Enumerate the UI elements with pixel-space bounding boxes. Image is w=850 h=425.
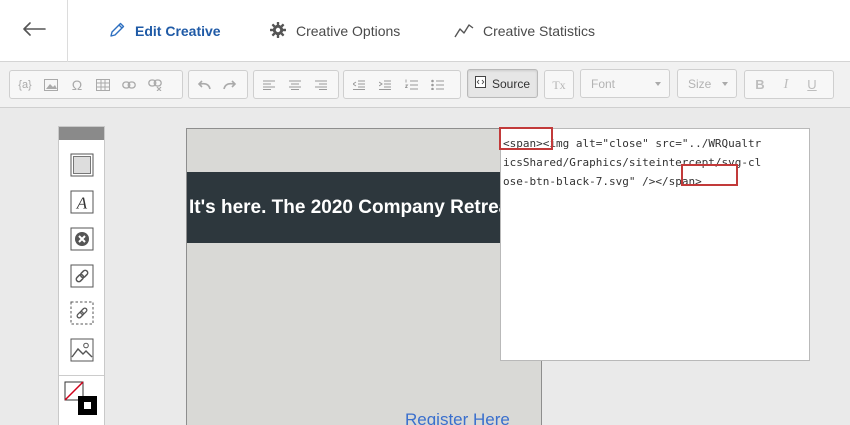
bullet-list-button[interactable] xyxy=(426,74,448,96)
creative-canvas[interactable]: It's here. The 2020 Company Retreat Regi… xyxy=(186,128,542,425)
bold-button[interactable]: B xyxy=(749,74,771,96)
code-line: icsShared/Graphics/siteintercept/svg-cl xyxy=(503,153,808,172)
anchor-button[interactable]: {a} xyxy=(14,74,36,96)
creative-banner[interactable]: It's here. The 2020 Company Retreat xyxy=(187,172,541,243)
code-line-text: ose-btn-black-7.svg" /> xyxy=(503,175,656,188)
image-icon xyxy=(70,338,94,367)
svg-text:A: A xyxy=(76,193,88,212)
code-line-text: <img alt="close" src="../WRQualtr xyxy=(542,137,762,150)
font-select-placeholder: Font xyxy=(591,76,616,91)
unlink-icon xyxy=(148,78,162,91)
close-circle-icon xyxy=(70,227,94,256)
dashed-link-icon xyxy=(70,301,94,330)
rectangle-tool[interactable] xyxy=(68,153,96,181)
image-button[interactable] xyxy=(40,74,62,96)
rectangle-icon xyxy=(70,153,94,182)
link-icon xyxy=(70,264,94,293)
align-left-button[interactable] xyxy=(258,74,280,96)
tool-palette: A xyxy=(58,126,105,425)
tab-label: Edit Creative xyxy=(135,23,221,39)
fill-stroke-color-icon xyxy=(64,380,100,422)
align-right-icon xyxy=(315,80,327,90)
clear-format-label: Tx xyxy=(552,77,566,92)
undo-button[interactable] xyxy=(193,74,215,96)
table-button[interactable] xyxy=(92,74,114,96)
image-tool[interactable] xyxy=(68,338,96,366)
source-icon xyxy=(474,76,492,91)
align-left-icon xyxy=(263,80,275,90)
numbered-list-icon xyxy=(404,79,418,90)
undo-icon xyxy=(197,79,211,90)
clear-format-icon: Tx xyxy=(552,77,565,93)
table-icon xyxy=(96,78,110,91)
align-right-button[interactable] xyxy=(310,74,332,96)
close-button-tool[interactable] xyxy=(68,227,96,255)
underline-icon: U xyxy=(807,77,817,92)
underline-button[interactable]: U xyxy=(801,74,823,96)
tab-creative-options[interactable]: Creative Options xyxy=(269,0,400,62)
code-line: ose-btn-black-7.svg" /></span> xyxy=(503,172,808,191)
color-picker[interactable] xyxy=(64,380,100,422)
history-toolbar-group xyxy=(188,70,248,99)
indent-button[interactable] xyxy=(374,74,396,96)
text-icon: A xyxy=(70,190,94,219)
link-icon xyxy=(122,80,136,90)
bold-icon: B xyxy=(755,77,765,92)
line-chart-icon xyxy=(454,22,483,41)
chevron-down-icon xyxy=(722,82,728,86)
bullet-list-icon xyxy=(430,79,444,90)
palette-drag-handle[interactable] xyxy=(59,127,104,140)
source-button[interactable]: Source xyxy=(467,69,538,98)
clear-format-button[interactable]: Tx xyxy=(549,74,569,96)
align-toolbar-group xyxy=(253,70,339,99)
insert-toolbar-group: {a} Ω xyxy=(9,70,183,99)
outdent-button[interactable] xyxy=(348,74,370,96)
align-center-icon xyxy=(289,80,301,90)
palette-divider xyxy=(59,375,104,376)
omega-icon: Ω xyxy=(71,76,83,93)
link-area-tool[interactable] xyxy=(68,301,96,329)
unlink-button[interactable] xyxy=(144,74,166,96)
indent-icon xyxy=(379,80,391,90)
outdent-icon xyxy=(353,80,365,90)
source-label: Source xyxy=(491,76,531,91)
link-button[interactable] xyxy=(118,74,140,96)
anchor-icon: {a} xyxy=(18,78,32,91)
tab-creative-statistics[interactable]: Creative Statistics xyxy=(454,0,595,62)
numbered-list-button[interactable] xyxy=(400,74,422,96)
italic-button[interactable]: I xyxy=(775,74,797,96)
chevron-down-icon xyxy=(655,82,661,86)
close-tag-highlight xyxy=(681,164,738,186)
open-tag-highlight xyxy=(499,127,553,150)
special-char-button[interactable]: Ω xyxy=(66,74,88,96)
link-tool[interactable] xyxy=(68,264,96,292)
size-select[interactable]: Size xyxy=(677,69,737,98)
banner-text: It's here. The 2020 Company Retreat xyxy=(189,196,516,218)
register-link[interactable]: Register Here xyxy=(405,410,510,425)
pencil-icon xyxy=(108,21,135,42)
back-button[interactable] xyxy=(0,0,68,62)
tab-label: Creative Options xyxy=(296,23,401,39)
tab-edit-creative[interactable]: Edit Creative xyxy=(108,0,221,62)
align-center-button[interactable] xyxy=(284,74,306,96)
font-select[interactable]: Font xyxy=(580,69,670,98)
source-code-editor[interactable]: <span><img alt="close" src="../WRQualtr … xyxy=(499,127,810,361)
top-nav: Edit Creative Creative Options Creative … xyxy=(0,0,850,62)
clear-format-toolbar-group: Tx xyxy=(544,70,574,99)
size-select-placeholder: Size xyxy=(688,76,712,91)
image-icon xyxy=(44,78,58,91)
arrow-left-icon xyxy=(22,21,46,41)
redo-button[interactable] xyxy=(219,74,241,96)
style-toolbar-group: B I U xyxy=(744,70,834,99)
gear-icon xyxy=(269,21,296,42)
tab-label: Creative Statistics xyxy=(483,23,596,39)
list-toolbar-group xyxy=(343,70,461,99)
redo-icon xyxy=(223,79,237,90)
text-tool[interactable]: A xyxy=(68,190,96,218)
italic-icon: I xyxy=(783,76,789,92)
